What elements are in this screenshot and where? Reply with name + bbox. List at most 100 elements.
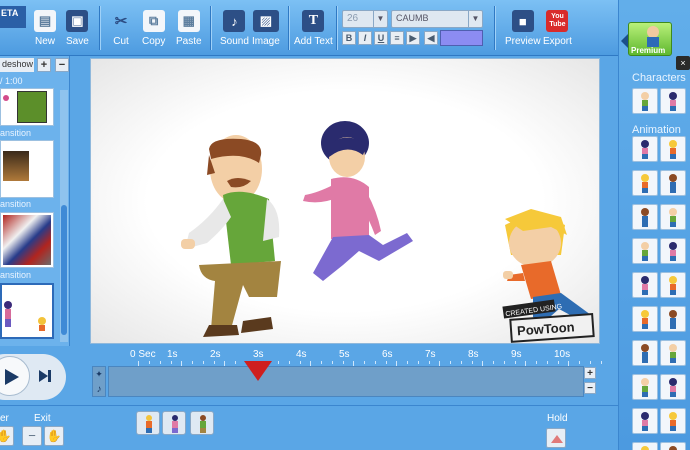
play-arrow-icon[interactable]: ▶	[406, 31, 420, 45]
close-icon[interactable]: ×	[676, 56, 690, 70]
sound-button[interactable]: ♪ Sound	[220, 10, 249, 52]
ruler-tick	[214, 361, 215, 364]
slide-thumbnail-4-selected[interactable]	[0, 283, 54, 339]
ruler-label: 8s	[468, 349, 479, 360]
library-character-thumb[interactable]	[660, 238, 686, 264]
remove-slide-button[interactable]: −	[55, 58, 69, 72]
chevron-down-icon[interactable]: ▼	[373, 11, 387, 27]
italic-button[interactable]: I	[358, 31, 372, 45]
export-button[interactable]: You Tube Export	[543, 10, 572, 52]
library-character-thumb[interactable]	[660, 340, 686, 366]
character-icon	[641, 344, 649, 363]
exit-hand-button[interactable]: ✋	[44, 426, 64, 446]
character-icon	[641, 174, 649, 193]
ruler-tick	[289, 361, 290, 364]
image-button[interactable]: ▨ Image	[252, 10, 280, 52]
timeline-track[interactable]	[108, 366, 584, 397]
library-character-thumb[interactable]	[632, 88, 658, 114]
lock-icon: ✦	[95, 369, 103, 379]
library-character-thumb[interactable]	[660, 442, 686, 450]
animation-preset-3[interactable]	[190, 411, 214, 435]
next-button[interactable]	[34, 365, 56, 387]
library-character-thumb[interactable]	[632, 204, 658, 230]
enter-hand-button[interactable]: ✋	[0, 426, 14, 446]
library-character-thumb[interactable]	[632, 442, 658, 450]
library-character-thumb[interactable]	[660, 204, 686, 230]
library-character-thumb[interactable]	[632, 374, 658, 400]
ruler-tick	[407, 361, 408, 364]
transition-label[interactable]: ansition	[0, 128, 31, 138]
add-text-button[interactable]: T Add Text	[294, 10, 333, 52]
underline-button[interactable]: U	[374, 31, 388, 45]
collapse-arrow-icon[interactable]	[621, 34, 628, 48]
slide-thumbnail-2[interactable]	[0, 140, 54, 198]
library-character-thumb[interactable]	[632, 238, 658, 264]
font-size-select[interactable]: 26 ▼	[342, 10, 388, 28]
new-button[interactable]: ▤ New	[34, 10, 56, 52]
ruler-tick	[558, 361, 559, 364]
music-note-icon: ♪	[96, 384, 102, 395]
playhead-marker[interactable]	[244, 361, 272, 381]
play-button[interactable]	[0, 356, 30, 396]
library-character-thumb[interactable]	[660, 88, 686, 114]
transition-label[interactable]: ansition	[0, 270, 31, 280]
preview-button[interactable]: ■ Preview	[505, 10, 541, 52]
font-family-select[interactable]: CAUMB ▼	[391, 10, 483, 28]
slide-character	[3, 95, 9, 101]
enter-label: er	[0, 413, 9, 424]
animation-preset-1[interactable]	[136, 411, 160, 435]
animation-preset-2[interactable]	[162, 411, 186, 435]
exit-none-button[interactable]: −	[22, 426, 42, 446]
slide-thumbnail-3[interactable]	[0, 212, 54, 268]
ruler-tick	[235, 361, 236, 364]
library-character-thumb[interactable]	[660, 136, 686, 162]
library-character-thumb[interactable]	[660, 170, 686, 196]
library-character-thumb[interactable]	[632, 408, 658, 434]
library-character-thumb[interactable]	[632, 272, 658, 298]
slide-image	[17, 91, 47, 123]
library-character-thumb[interactable]	[632, 306, 658, 332]
chevron-down-icon[interactable]: ▼	[468, 11, 482, 27]
add-text-label: Add Text	[294, 36, 333, 47]
align-right-icon[interactable]: ◀	[424, 31, 438, 45]
align-left-icon[interactable]: ≡	[390, 31, 404, 45]
ruler-label: 0 Sec	[130, 349, 156, 360]
transition-label[interactable]: ansition	[0, 199, 31, 209]
character-icon	[669, 242, 677, 261]
library-character-thumb[interactable]	[660, 306, 686, 332]
library-character-thumb[interactable]	[660, 374, 686, 400]
slideshow-tab[interactable]: deshow	[0, 58, 34, 72]
font-size-value: 26	[347, 13, 359, 24]
copy-button[interactable]: ⧉ Copy	[142, 10, 165, 52]
ruler-tick	[149, 361, 150, 364]
ruler-label: 9s	[511, 349, 522, 360]
add-slide-button[interactable]: +	[37, 58, 51, 72]
slide-thumbnail-1[interactable]	[0, 88, 54, 126]
hold-button[interactable]	[546, 428, 566, 448]
youtube-icon-text-top: You	[551, 13, 564, 20]
character-icon	[641, 140, 649, 159]
slides-scrollbar-thumb[interactable]	[61, 205, 67, 335]
stage-canvas[interactable]: CREATED USING PowToon	[90, 58, 600, 344]
cut-button[interactable]: ✂ Cut	[110, 10, 132, 52]
ruler-tick	[418, 361, 419, 364]
ruler-tick	[171, 361, 172, 364]
library-character-thumb[interactable]	[660, 272, 686, 298]
hand-icon: ✋	[46, 429, 62, 443]
zoom-out-button[interactable]: −	[584, 382, 596, 394]
save-disk-icon: ▣	[66, 10, 89, 32]
text-color-picker[interactable]	[440, 30, 483, 46]
ruler-label: 3s	[253, 349, 264, 360]
library-character-thumb[interactable]	[632, 136, 658, 162]
library-character-thumb[interactable]	[632, 340, 658, 366]
ruler-tick	[536, 361, 537, 364]
bold-button[interactable]: B	[342, 31, 356, 45]
paste-button[interactable]: ▦ Paste	[176, 10, 202, 52]
ruler-tick	[160, 361, 161, 364]
zoom-in-button[interactable]: +	[584, 367, 596, 379]
toolbar-separator	[99, 6, 100, 50]
library-character-thumb[interactable]	[660, 408, 686, 434]
library-character-thumb[interactable]	[632, 170, 658, 196]
save-button[interactable]: ▣ Save	[66, 10, 89, 52]
ruler-tick	[300, 361, 301, 364]
